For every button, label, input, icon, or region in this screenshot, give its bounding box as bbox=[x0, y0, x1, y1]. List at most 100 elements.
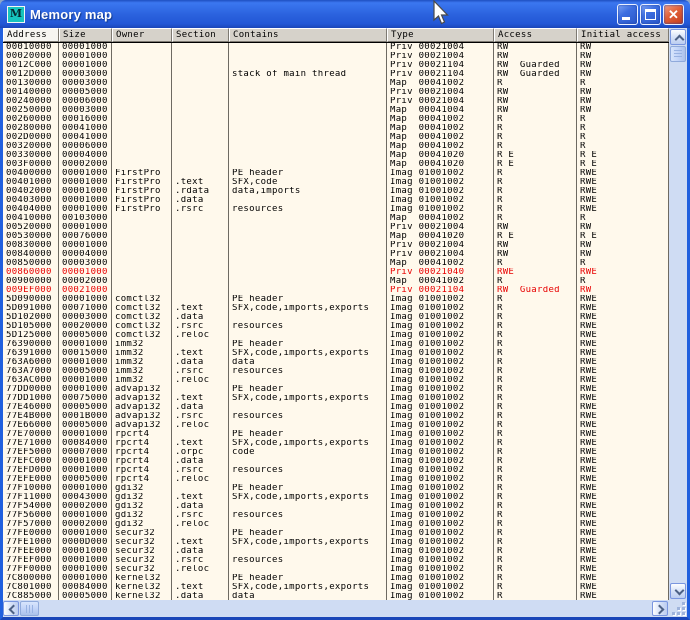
table-row[interactable]: 77EFE00000005000rpcrt4.relocImag 0100100… bbox=[3, 475, 669, 484]
table-row[interactable]: 77EF500000007000rpcrt4.orpccodeImag 0100… bbox=[3, 448, 669, 457]
table-row[interactable]: 0032000000006000Map 00041002RR bbox=[3, 142, 669, 151]
table-row[interactable]: 7C80100000084000kernel32.textSFX,code,im… bbox=[3, 583, 669, 592]
column-header-access[interactable]: Access bbox=[494, 28, 577, 42]
table-row[interactable]: 5D10200000003000comctl32.dataImag 010010… bbox=[3, 313, 669, 322]
table-row[interactable]: 77F5600000001000gdi32.rsrcresourcesImag … bbox=[3, 511, 669, 520]
column-header-contains[interactable]: Contains bbox=[229, 28, 387, 42]
table-row[interactable]: 0025000000003000Map 00041004RWRW bbox=[3, 106, 669, 115]
cell-initial: RW bbox=[577, 52, 669, 61]
table-row[interactable]: 5D12500000005000comctl32.relocImag 01001… bbox=[3, 331, 669, 340]
close-button[interactable]: ✕ bbox=[663, 4, 684, 25]
cell-owner: imm32 bbox=[112, 358, 172, 367]
table-row[interactable]: 5D10500000020000comctl32.rsrcresourcesIm… bbox=[3, 322, 669, 331]
table-row[interactable]: 77FF000000001000secur32.relocImag 010010… bbox=[3, 565, 669, 574]
cell-section bbox=[172, 160, 229, 169]
cell-contains bbox=[229, 457, 387, 466]
table-row[interactable]: 77F1100000043000gdi32.textSFX,code,impor… bbox=[3, 493, 669, 502]
scroll-down-button[interactable] bbox=[670, 583, 686, 599]
table-row[interactable]: 002D000000041000Map 00041002RR bbox=[3, 133, 669, 142]
table-row[interactable]: 0013000000003000Map 00041002RR bbox=[3, 79, 669, 88]
table-row[interactable]: 0053000000076000Map 00041020R ER E bbox=[3, 232, 669, 241]
table-row[interactable]: 77EFD00000001000rpcrt4.rsrcresourcesImag… bbox=[3, 466, 669, 475]
table-row[interactable]: 7639100000015000imm32.textSFX,code,impor… bbox=[3, 349, 669, 358]
column-header-size[interactable]: Size bbox=[59, 28, 112, 42]
cell-type: Priv 00021004 bbox=[387, 97, 494, 106]
cell-contains bbox=[229, 196, 387, 205]
cell-section: .text bbox=[172, 493, 229, 502]
table-row[interactable]: 0001000000001000Priv 00021004RWRW bbox=[3, 43, 669, 52]
table-row[interactable]: 0052000000001000Priv 00021004RWRW bbox=[3, 223, 669, 232]
column-header-initial-access[interactable]: Initial access bbox=[577, 28, 669, 42]
cell-section: .text bbox=[172, 394, 229, 403]
table-row[interactable]: 0040200000001000FirstPro.rdatadata,impor… bbox=[3, 187, 669, 196]
cell-access: R bbox=[494, 169, 577, 178]
table-row[interactable]: 0024000000006000Priv 00021004RWRW bbox=[3, 97, 669, 106]
table-row[interactable]: 77E4B0000001B000advapi32.rsrcresourcesIm… bbox=[3, 412, 669, 421]
table-row[interactable]: 77FEE00000001000secur32.dataImag 0100100… bbox=[3, 547, 669, 556]
table-row[interactable]: 77FE10000000D000secur32.textSFX,code,imp… bbox=[3, 538, 669, 547]
table-row[interactable]: 0083000000001000Priv 00021004RWRW bbox=[3, 241, 669, 250]
table-row[interactable]: 0086000000001000Priv 00021040RWERWE bbox=[3, 268, 669, 277]
table-row[interactable]: 77F5400000002000gdi32.dataImag 01001002R… bbox=[3, 502, 669, 511]
table-row[interactable]: 77EFC00000001000rpcrt4.dataImag 01001002… bbox=[3, 457, 669, 466]
table-row[interactable]: 77E6600000005000advapi32.relocImag 01001… bbox=[3, 421, 669, 430]
resize-grip[interactable] bbox=[669, 600, 687, 617]
table-row[interactable]: 763A600000001000imm32.datadataImag 01001… bbox=[3, 358, 669, 367]
column-header-section[interactable]: Section bbox=[172, 28, 229, 42]
memory-map-icon[interactable]: M bbox=[7, 6, 25, 23]
table-row[interactable]: 5D09000000001000comctl32PE headerImag 01… bbox=[3, 295, 669, 304]
table-row[interactable]: 0012C00000001000Priv 00021104RW GuardedR… bbox=[3, 61, 669, 70]
table-row[interactable]: 0040300000001000FirstPro.dataImag 010010… bbox=[3, 196, 669, 205]
table-row[interactable]: 0028000000041000Map 00041002RR bbox=[3, 124, 669, 133]
scroll-up-button[interactable] bbox=[670, 29, 686, 45]
vertical-scroll-thumb[interactable] bbox=[670, 46, 686, 62]
table-row[interactable]: 77DD000000001000advapi32PE headerImag 01… bbox=[3, 385, 669, 394]
cell-size: 00002000 bbox=[59, 502, 112, 511]
table-row[interactable]: 7C88500000005000kernel32.datadataImag 01… bbox=[3, 592, 669, 600]
table-row[interactable]: 0033000000004000Map 00041020R ER E bbox=[3, 151, 669, 160]
table-row[interactable]: 0090000000002000Map 00041002RR bbox=[3, 277, 669, 286]
table-row[interactable]: 77FE000000001000secur32PE headerImag 010… bbox=[3, 529, 669, 538]
table-row[interactable]: 77DD100000075000advapi32.textSFX,code,im… bbox=[3, 394, 669, 403]
table-row[interactable]: 0041000000103000Map 00041002RR bbox=[3, 214, 669, 223]
table-row[interactable]: 7C80000000001000kernel32PE headerImag 01… bbox=[3, 574, 669, 583]
table-row[interactable]: 009EF00000021000Priv 00021104RW GuardedR… bbox=[3, 286, 669, 295]
scroll-left-button[interactable] bbox=[3, 601, 19, 616]
horizontal-scrollbar[interactable] bbox=[3, 600, 669, 617]
table-row[interactable]: 763A700000005000imm32.rsrcresourcesImag … bbox=[3, 367, 669, 376]
table-row[interactable]: 5D09100000071000comctl32.textSFX,code,im… bbox=[3, 304, 669, 313]
table-row[interactable]: 003F000000002000Map 00041020R ER E bbox=[3, 160, 669, 169]
table-row[interactable]: 0085000000003000Map 00041002RR bbox=[3, 259, 669, 268]
minimize-button[interactable] bbox=[617, 4, 638, 25]
cell-address: 00530000 bbox=[3, 232, 59, 241]
column-header-address[interactable]: Address bbox=[3, 28, 59, 42]
cell-contains bbox=[229, 115, 387, 124]
table-row[interactable]: 763AC00000001000imm32.relocImag 01001002… bbox=[3, 376, 669, 385]
vertical-scrollbar[interactable] bbox=[669, 28, 687, 600]
table-row[interactable]: 7639000000001000imm32PE headerImag 01001… bbox=[3, 340, 669, 349]
cell-owner: secur32 bbox=[112, 556, 172, 565]
table-row[interactable]: 0026000000016000Map 00041002RR bbox=[3, 115, 669, 124]
horizontal-scroll-thumb[interactable] bbox=[20, 601, 39, 616]
table-row[interactable]: 0084000000004000Priv 00021004RWRW bbox=[3, 250, 669, 259]
table-row[interactable]: 77FEF00000001000secur32.rsrcresourcesIma… bbox=[3, 556, 669, 565]
table-row[interactable]: 0014000000005000Priv 00021004RWRW bbox=[3, 88, 669, 97]
table-row[interactable]: 77F1000000001000gdi32PE headerImag 01001… bbox=[3, 484, 669, 493]
table-row[interactable]: 0002000000001000Priv 00021004RWRW bbox=[3, 52, 669, 61]
table-row[interactable]: 0040000000001000FirstProPE headerImag 01… bbox=[3, 169, 669, 178]
table-row[interactable]: 0040100000001000FirstPro.textSFX,codeIma… bbox=[3, 178, 669, 187]
table-row[interactable]: 77E7000000001000rpcrt4PE headerImag 0100… bbox=[3, 430, 669, 439]
cell-access: R bbox=[494, 124, 577, 133]
title-bar[interactable]: M Memory map ✕ bbox=[0, 0, 690, 28]
column-header-owner[interactable]: Owner bbox=[112, 28, 172, 42]
cell-address: 00403000 bbox=[3, 196, 59, 205]
table-row[interactable]: 77F5700000002000gdi32.relocImag 01001002… bbox=[3, 520, 669, 529]
maximize-button[interactable] bbox=[640, 4, 661, 25]
table-row[interactable]: 0012D00000003000stack of main threadPriv… bbox=[3, 70, 669, 79]
table-row[interactable]: 0040400000001000FirstPro.rsrcresourcesIm… bbox=[3, 205, 669, 214]
cell-owner: imm32 bbox=[112, 349, 172, 358]
scroll-right-button[interactable] bbox=[652, 601, 668, 616]
table-row[interactable]: 77E4600000005000advapi32.dataImag 010010… bbox=[3, 403, 669, 412]
table-row[interactable]: 77E7100000084000rpcrt4.textSFX,code,impo… bbox=[3, 439, 669, 448]
cell-owner bbox=[112, 268, 172, 277]
